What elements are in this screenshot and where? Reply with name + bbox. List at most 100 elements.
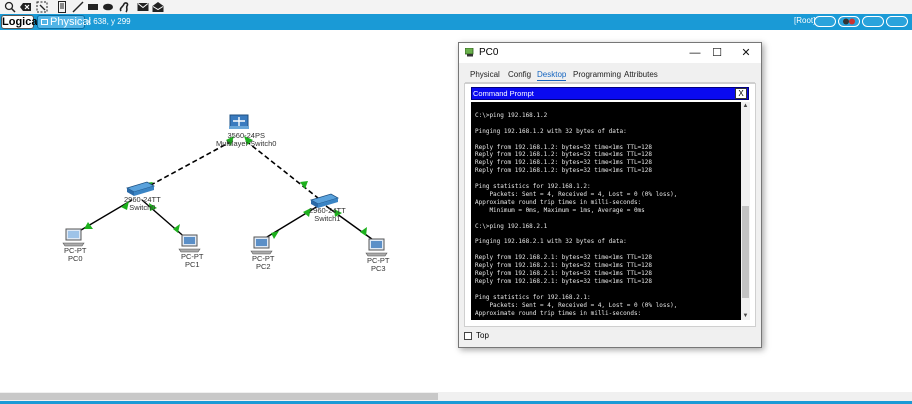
desktop-panel: Command Prompt X C:\>ping 192.168.1.2 Pi… [464,83,756,327]
pdu-icon[interactable] [137,1,149,13]
horizontal-scroll-thumb[interactable] [0,393,438,400]
command-prompt-terminal[interactable]: C:\>ping 192.168.1.2 Pinging 192.168.1.2… [471,102,741,320]
complex-pdu-icon[interactable] [152,1,164,13]
navigation-button[interactable] [814,16,836,27]
terminal-output: C:\>ping 192.168.1.2 Pinging 192.168.1.2… [475,104,677,317]
terminal-line: Ping statistics for 192.168.1.2: [475,183,591,191]
packet-tracer-app: Logical Physical x 638, y 299 [Root] 356… [0,0,912,404]
tab-desktop[interactable]: Desktop [537,69,567,81]
device-name: Multilayer Switch0 [216,139,277,148]
close-button[interactable]: ✕ [735,45,757,61]
maximize-button[interactable]: ☐ [706,45,728,61]
link-status-indicators [84,136,367,239]
top-checkbox-label: Top [476,331,489,340]
physical-view-button[interactable]: Physical [37,15,91,29]
pc1-icon[interactable] [178,234,201,253]
zoom-icon[interactable] [4,1,16,13]
terminal-line: Reply from 192.168.2.1: bytes=32 time<1m… [475,262,653,270]
physical-view-icon [41,19,48,25]
terminal-scroll-thumb[interactable] [742,206,749,298]
horizontal-scrollbar[interactable] [0,392,912,401]
multilayer-switch-label: 3560-24PS Multilayer Switch0 [216,132,276,148]
terminal-line: Reply from 192.168.1.2: bytes=32 time<1m… [475,167,653,175]
terminal-line: Reply from 192.168.2.1: bytes=32 time<1m… [475,270,653,278]
pc3-icon[interactable] [365,238,388,257]
pc0-icon[interactable] [62,228,85,247]
device-name: Switch1 [314,214,341,223]
pc1-label: PC-PT PC1 [181,253,204,269]
link-multilayer-switch1[interactable] [245,140,319,199]
command-prompt-header: Command Prompt X [471,87,749,100]
select-area-icon[interactable] [36,1,48,13]
root-label: [Root] [794,16,816,25]
environment-button[interactable] [862,16,884,27]
link-multilayer-switch0[interactable] [137,140,233,193]
device-name: PC0 [67,254,83,263]
scroll-up-arrow-icon[interactable]: ▲ [741,102,750,110]
tab-programming[interactable]: Programming [573,69,621,81]
terminal-line: Approximate round trip times in milli-se… [475,309,642,317]
terminal-scrollbar[interactable]: ▲ ▼ [741,102,750,320]
physical-view-label: Physical [50,16,91,28]
delete-icon[interactable] [20,1,32,13]
pc2-icon[interactable] [250,236,273,255]
draw-line-icon[interactable] [72,1,84,13]
rectangle-icon[interactable] [87,1,99,13]
pc0-window: PC0 — ☐ ✕ Physical Config Desktop Progra… [458,42,762,348]
terminal-line: Ping statistics for 192.168.2.1: [475,293,591,301]
top-checkbox[interactable] [464,332,472,340]
extra-button[interactable] [886,16,908,27]
pc-app-icon [465,48,474,57]
tab-attributes[interactable]: Attributes [624,69,658,81]
terminal-line: Approximate round trip times in milli-se… [475,198,642,206]
logical-view-button[interactable]: Logical [1,15,41,29]
viewport-icon [843,18,855,25]
terminal-line: C:\>ping 192.168.2.1 [475,222,548,230]
mode-bar: Logical Physical x 638, y 299 [Root] [0,14,912,30]
pc3-label: PC-PT PC3 [367,257,390,273]
switch0-label: 2960-24TT Switch0 [124,196,161,212]
note-icon[interactable] [56,1,68,13]
switch0-icon[interactable] [125,181,156,196]
link-indicator [271,231,279,239]
multilayer-switch-icon[interactable] [229,114,249,129]
device-name: PC3 [370,264,386,273]
network-links [75,140,377,243]
device-name: PC2 [255,262,271,271]
freeform-icon[interactable] [118,1,130,13]
link-indicator [360,227,367,236]
window-title: PC0 [479,47,499,58]
terminal-line: Reply from 192.168.1.2: bytes=32 time<1m… [475,159,653,167]
window-titlebar[interactable]: PC0 — ☐ ✕ [459,43,761,63]
command-prompt-close-button[interactable]: X [735,88,747,99]
terminal-line: Minimum = 0ms, Maximum = 1ms, Average = … [475,206,645,214]
device-name: PC1 [184,260,200,269]
tab-physical[interactable]: Physical [470,69,500,81]
logical-workspace[interactable]: 3560-24PS Multilayer Switch0 2960-24TT S… [0,30,912,392]
device-name: Switch0 [129,203,156,212]
terminal-line: Reply from 192.168.2.1: bytes=32 time<1m… [475,254,653,262]
terminal-line: C:\>ping 192.168.1.2 [475,111,548,119]
terminal-line: Packets: Sent = 4, Received = 4, Lost = … [475,190,678,198]
scroll-down-arrow-icon[interactable]: ▼ [741,312,750,320]
terminal-line: Reply from 192.168.1.2: bytes=32 time<1m… [475,151,653,159]
viewport-button[interactable] [838,16,860,27]
terminal-line: Packets: Sent = 4, Received = 4, Lost = … [475,301,678,309]
terminal-line: Reply from 192.168.1.2: bytes=32 time<1m… [475,143,653,151]
switch1-label: 2960-24TT Switch1 [309,207,346,223]
pc0-label: PC-PT PC0 [64,247,87,263]
terminal-line: Pinging 192.168.1.2 with 32 bytes of dat… [475,127,627,135]
ellipse-icon[interactable] [102,1,114,13]
cursor-coordinates: x 638, y 299 [87,17,131,26]
minimize-button[interactable]: — [684,45,706,61]
terminal-line: Reply from 192.168.2.1: bytes=32 time<1m… [475,277,653,285]
pc2-label: PC-PT PC2 [252,255,275,271]
tab-config[interactable]: Config [508,69,531,81]
